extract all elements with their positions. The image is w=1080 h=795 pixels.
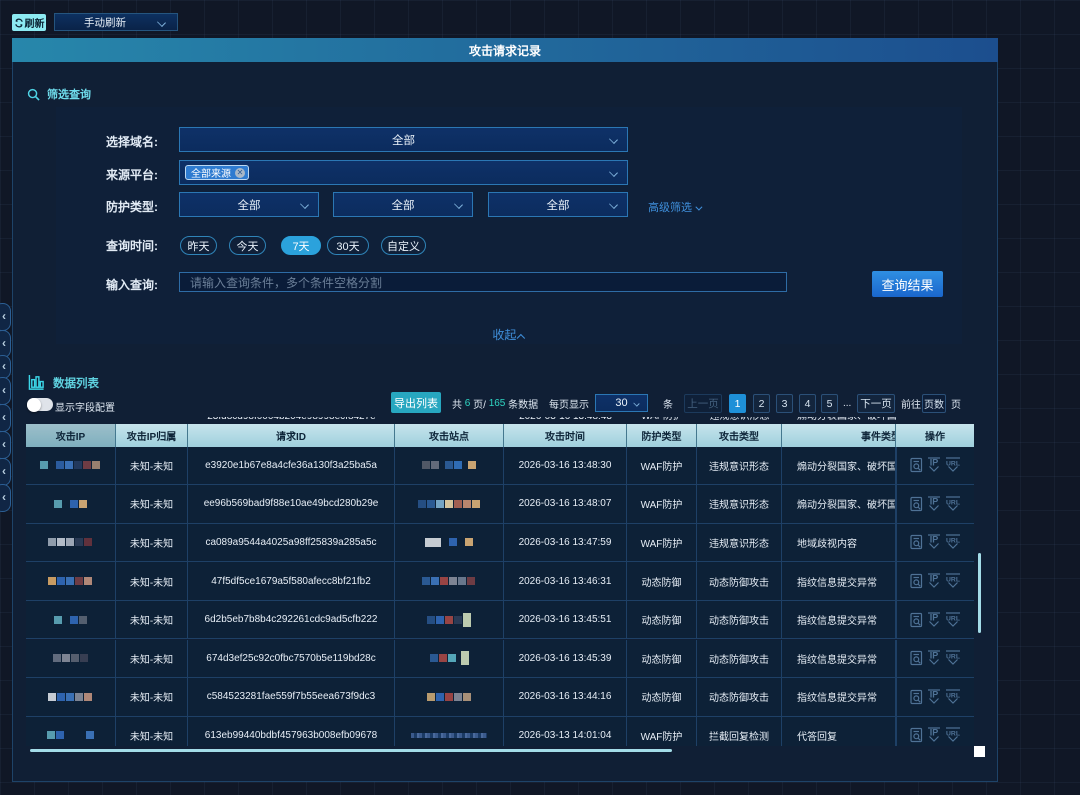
svg-text:URL: URL	[946, 692, 960, 699]
svg-text:URL: URL	[946, 731, 960, 738]
svg-text:IP: IP	[930, 458, 939, 468]
svg-text:URL: URL	[946, 538, 960, 545]
svg-text:IP: IP	[930, 535, 939, 545]
svg-text:URL: URL	[946, 499, 960, 506]
svg-text:IP: IP	[930, 612, 939, 622]
svg-text:IP: IP	[930, 728, 939, 738]
svg-text:URL: URL	[946, 577, 960, 584]
svg-text:URL: URL	[946, 615, 960, 622]
svg-text:IP: IP	[930, 689, 939, 699]
svg-text:URL: URL	[946, 461, 960, 468]
svg-text:IP: IP	[930, 496, 939, 506]
svg-text:IP: IP	[930, 651, 939, 661]
svg-text:URL: URL	[946, 654, 960, 661]
svg-text:IP: IP	[930, 574, 939, 584]
